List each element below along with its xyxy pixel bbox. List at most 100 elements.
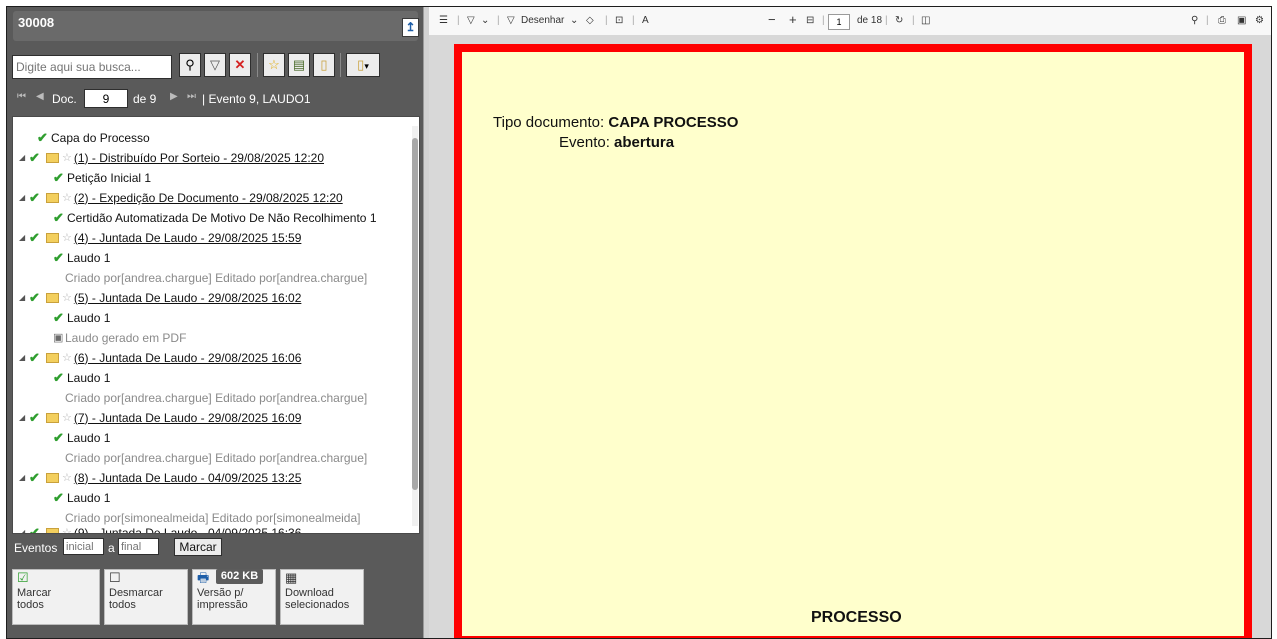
checkbox-checked-icon[interactable]: ✔: [53, 211, 67, 224]
fit-page-icon[interactable]: ⊟: [806, 15, 814, 26]
star-icon[interactable]: ☆: [62, 351, 72, 364]
star-icon[interactable]: ☆: [62, 151, 72, 164]
star-icon[interactable]: ☆: [62, 191, 72, 204]
document-label[interactable]: Petição Inicial 1: [67, 171, 151, 185]
tree-doc-row[interactable]: ✔ Laudo 1: [53, 488, 110, 507]
zoom-out-icon[interactable]: −: [768, 12, 776, 27]
doc-number-input[interactable]: [84, 89, 128, 108]
filter-button[interactable]: ▽: [204, 53, 226, 77]
document-view-button[interactable]: ▯: [313, 53, 335, 77]
chevron-down-icon[interactable]: ⌄: [570, 15, 578, 26]
unmark-all-button[interactable]: ☐ Desmarcar todos: [104, 569, 188, 625]
star-icon[interactable]: ☆: [62, 471, 72, 484]
checkbox-checked-icon[interactable]: ✔: [29, 411, 43, 424]
document-label[interactable]: Laudo 1: [67, 371, 110, 385]
chevron-down-icon[interactable]: ⌄: [481, 15, 489, 26]
document-label[interactable]: Laudo 1: [67, 251, 110, 265]
tree-event-row[interactable]: ◢ ✔ ☆ (8) - Juntada De Laudo - 04/09/202…: [19, 468, 301, 487]
draw-button[interactable]: Desenhar: [521, 15, 564, 26]
expand-icon[interactable]: ◢: [19, 353, 29, 362]
eraser-icon[interactable]: ◇: [586, 15, 594, 26]
text-box-icon[interactable]: ⊡: [615, 15, 623, 26]
tree-event-row[interactable]: ◢ ✔ ☆ (2) - Expedição De Documento - 29/…: [19, 188, 343, 207]
event-link[interactable]: (6) - Juntada De Laudo - 29/08/2025 16:0…: [74, 351, 302, 365]
highlight-icon[interactable]: ▽: [467, 15, 475, 26]
event-link[interactable]: (2) - Expedição De Documento - 29/08/202…: [74, 191, 343, 205]
event-link[interactable]: (7) - Juntada De Laudo - 29/08/2025 16:0…: [74, 411, 302, 425]
event-link[interactable]: (8) - Juntada De Laudo - 04/09/2025 13:2…: [74, 471, 302, 485]
event-from-input[interactable]: [63, 538, 104, 555]
document-label[interactable]: Certidão Automatizada De Motivo De Não R…: [67, 211, 377, 225]
tree-doc-row[interactable]: ✔ Certidão Automatizada De Motivo De Não…: [53, 208, 377, 227]
zoom-in-icon[interactable]: +: [789, 12, 797, 27]
first-doc-button[interactable]: ⏮: [17, 91, 26, 102]
checkbox-checked-icon[interactable]: ✔: [29, 191, 43, 204]
checkbox-checked-icon[interactable]: ✔: [29, 231, 43, 244]
contents-icon[interactable]: ☰: [439, 15, 448, 26]
checkbox-checked-icon[interactable]: ✔: [37, 131, 51, 144]
draw-icon[interactable]: ▽: [507, 15, 515, 26]
tree-doc-row[interactable]: ✔ Laudo 1: [53, 248, 110, 267]
tree-doc-row[interactable]: ✔ Laudo 1: [53, 308, 110, 327]
document-label[interactable]: Laudo 1: [67, 491, 110, 505]
expand-icon[interactable]: ◢: [19, 293, 29, 302]
checkbox-checked-icon[interactable]: ✔: [53, 171, 67, 184]
prev-doc-button[interactable]: ◀: [36, 91, 44, 102]
save-icon[interactable]: ▣: [1237, 15, 1246, 26]
next-doc-button[interactable]: ▶: [170, 91, 178, 102]
settings-icon[interactable]: ⚙: [1255, 15, 1264, 26]
tree-root[interactable]: ✔ Capa do Processo: [37, 128, 150, 147]
new-document-dropdown[interactable]: ▯▾: [346, 53, 380, 77]
checkbox-checked-icon[interactable]: ✔: [53, 371, 67, 384]
search-button[interactable]: ⚲: [179, 53, 201, 77]
rotate-icon[interactable]: ↻: [895, 15, 903, 26]
event-to-input[interactable]: [118, 538, 159, 555]
tree-event-row[interactable]: ◢ ✔ ☆ (6) - Juntada De Laudo - 29/08/202…: [19, 348, 301, 367]
pdf-report-row[interactable]: ▣ Laudo gerado em PDF: [53, 328, 186, 347]
download-selected-button[interactable]: ▦ Download selecionados: [280, 569, 364, 625]
favorites-button[interactable]: ☆: [263, 53, 285, 77]
page-number-input[interactable]: [828, 14, 850, 30]
checkbox-checked-icon[interactable]: ✔: [29, 471, 43, 484]
document-label[interactable]: Laudo 1: [67, 311, 110, 325]
document-label[interactable]: Laudo 1: [67, 431, 110, 445]
two-page-icon[interactable]: ◫: [921, 15, 930, 26]
tree-scrollbar-thumb[interactable]: [412, 138, 418, 490]
tree-event-row[interactable]: ◢ ✔ ☆ (1) - Distribuído Por Sorteio - 29…: [19, 148, 324, 167]
tree-view-button[interactable]: ▤: [288, 53, 310, 77]
expand-icon[interactable]: ◢: [19, 233, 29, 242]
checkbox-checked-icon[interactable]: ✔: [29, 351, 43, 364]
checkbox-checked-icon[interactable]: ✔: [29, 526, 43, 533]
checkbox-checked-icon[interactable]: ✔: [53, 311, 67, 324]
star-icon[interactable]: ☆: [62, 411, 72, 424]
tree-event-row[interactable]: ◢ ✔ ☆ (7) - Juntada De Laudo - 29/08/202…: [19, 408, 301, 427]
expand-icon[interactable]: ◢: [19, 413, 29, 422]
tree-doc-row[interactable]: ✔ Laudo 1: [53, 428, 110, 447]
event-link[interactable]: (9) - Juntada De Laudo - 04/09/2025 16:3…: [74, 526, 302, 534]
event-link[interactable]: (5) - Juntada De Laudo - 29/08/2025 16:0…: [74, 291, 302, 305]
checkbox-checked-icon[interactable]: ✔: [53, 491, 67, 504]
expand-icon[interactable]: ◢: [19, 153, 29, 162]
tree-event-row[interactable]: ◢ ✔ ☆ (5) - Juntada De Laudo - 29/08/202…: [19, 288, 301, 307]
event-link[interactable]: (4) - Juntada De Laudo - 29/08/2025 15:5…: [74, 231, 302, 245]
search-input[interactable]: [12, 55, 172, 79]
star-icon[interactable]: ☆: [62, 526, 72, 533]
clear-filter-button[interactable]: ✕: [229, 53, 251, 77]
last-doc-button[interactable]: ⏭: [187, 91, 196, 102]
tree-doc-row[interactable]: ✔ Laudo 1: [53, 368, 110, 387]
mark-all-button[interactable]: ☑ Marcar todos: [12, 569, 100, 625]
tree-doc-row[interactable]: ✔ Petição Inicial 1: [53, 168, 151, 187]
tree-event-row[interactable]: ◢ ✔ ☆ (9) - Juntada De Laudo - 04/09/202…: [19, 523, 302, 534]
print-icon[interactable]: ⎙: [1218, 15, 1226, 26]
mark-range-button[interactable]: Marcar: [174, 538, 222, 556]
checkbox-checked-icon[interactable]: ✔: [29, 151, 43, 164]
expand-icon[interactable]: ◢: [19, 473, 29, 482]
checkbox-checked-icon[interactable]: ✔: [53, 251, 67, 264]
search-icon[interactable]: ⚲: [1191, 15, 1198, 26]
tree-event-row[interactable]: ◢ ✔ ☆ (4) - Juntada De Laudo - 29/08/202…: [19, 228, 301, 247]
read-aloud-icon[interactable]: A: [642, 15, 649, 26]
expand-icon[interactable]: ◢: [19, 193, 29, 202]
checkbox-checked-icon[interactable]: ✔: [53, 431, 67, 444]
checkbox-checked-icon[interactable]: ✔: [29, 291, 43, 304]
star-icon[interactable]: ☆: [62, 291, 72, 304]
